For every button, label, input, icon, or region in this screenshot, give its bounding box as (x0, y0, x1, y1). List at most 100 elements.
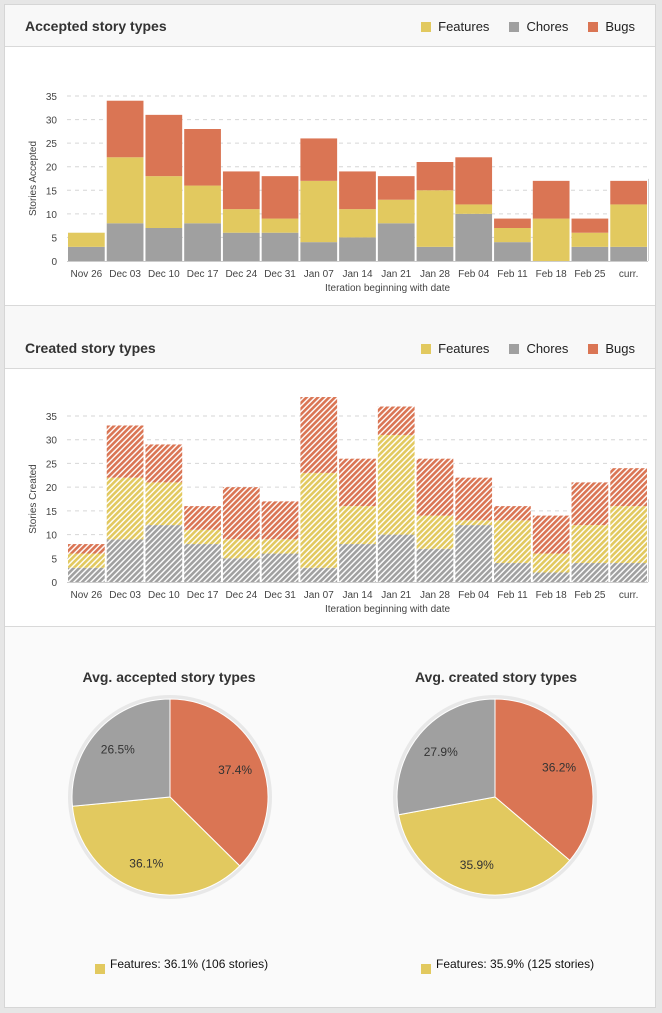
bugs-swatch-icon (588, 343, 599, 354)
bar-bugs-11[interactable] (494, 506, 531, 521)
bar-features-1[interactable] (106, 157, 144, 224)
bar-bugs-11[interactable] (494, 218, 531, 228)
bar-features-5[interactable] (261, 539, 299, 554)
x-tick-label: Dec 31 (264, 590, 296, 601)
bar-chores-5[interactable] (261, 553, 299, 582)
bar-features-8[interactable] (377, 199, 415, 224)
bar-chores-3[interactable] (184, 544, 221, 582)
bar-features-7[interactable] (339, 209, 376, 238)
legend-item-features[interactable]: Features (421, 19, 489, 34)
legend-item-chores[interactable]: Chores (509, 341, 568, 356)
bar-features-5[interactable] (261, 218, 299, 233)
bar-features-6[interactable] (300, 472, 338, 568)
bar-bugs-2[interactable] (145, 114, 183, 177)
bar-chores-9[interactable] (416, 548, 454, 582)
bar-bugs-4[interactable] (222, 171, 260, 210)
bar-bugs-3[interactable] (184, 506, 221, 530)
bar-features-8[interactable] (377, 434, 415, 535)
bar-chores-14[interactable] (610, 563, 647, 582)
bar-chores-5[interactable] (261, 232, 299, 261)
bar-bugs-8[interactable] (377, 406, 415, 435)
legend-item-bugs[interactable]: Bugs (588, 341, 635, 356)
bar-chores-11[interactable] (494, 563, 531, 582)
bar-chores-9[interactable] (416, 246, 454, 261)
bar-bugs-12[interactable] (532, 515, 570, 554)
bar-chores-2[interactable] (145, 525, 183, 582)
bar-chores-7[interactable] (339, 544, 376, 582)
bar-features-9[interactable] (416, 190, 454, 247)
bar-bugs-14[interactable] (610, 180, 647, 205)
bar-features-2[interactable] (145, 482, 183, 526)
bar-bugs-7[interactable] (339, 458, 376, 507)
bar-bugs-5[interactable] (261, 176, 299, 219)
bar-bugs-8[interactable] (377, 176, 415, 200)
bar-chores-12[interactable] (532, 572, 570, 582)
bar-chores-0[interactable] (68, 567, 105, 582)
bar-chores-7[interactable] (339, 237, 376, 261)
bar-bugs-10[interactable] (455, 477, 493, 521)
bar-bugs-9[interactable] (416, 458, 454, 516)
bar-chores-8[interactable] (377, 534, 415, 582)
bar-features-14[interactable] (610, 204, 647, 247)
bar-features-2[interactable] (145, 176, 183, 228)
bar-bugs-3[interactable] (184, 129, 221, 186)
bar-bugs-6[interactable] (300, 138, 338, 181)
bar-bugs-6[interactable] (300, 397, 338, 473)
bar-bugs-1[interactable] (106, 100, 144, 158)
bar-features-0[interactable] (68, 553, 105, 568)
bar-features-10[interactable] (455, 520, 493, 526)
bar-chores-4[interactable] (222, 232, 260, 261)
bar-features-12[interactable] (532, 553, 570, 573)
x-tick-label: Dec 31 (264, 269, 296, 280)
bar-features-12[interactable] (532, 218, 570, 261)
pie-label-chores: 26.5% (101, 743, 135, 757)
bar-chores-6[interactable] (300, 242, 338, 261)
bar-chores-0[interactable] (68, 246, 105, 261)
bar-chores-13[interactable] (571, 563, 609, 582)
bar-chores-10[interactable] (455, 525, 493, 582)
bar-chores-1[interactable] (106, 223, 144, 261)
bar-bugs-7[interactable] (339, 171, 376, 210)
bar-features-0[interactable] (68, 232, 105, 247)
bar-features-6[interactable] (300, 180, 338, 243)
bar-bugs-1[interactable] (106, 425, 144, 478)
bar-features-13[interactable] (571, 525, 609, 564)
bar-bugs-5[interactable] (261, 501, 299, 540)
bar-features-7[interactable] (339, 506, 376, 545)
bar-features-10[interactable] (455, 204, 493, 214)
bar-chores-2[interactable] (145, 228, 183, 261)
bar-chores-1[interactable] (106, 539, 144, 582)
legend-item-bugs[interactable]: Bugs (588, 19, 635, 34)
bar-features-11[interactable] (494, 520, 531, 564)
bar-features-4[interactable] (222, 209, 260, 233)
bar-chores-6[interactable] (300, 567, 338, 582)
bar-chores-10[interactable] (455, 213, 493, 261)
legend-label: Bugs (605, 19, 635, 34)
bar-bugs-0[interactable] (68, 544, 105, 554)
bar-bugs-10[interactable] (455, 157, 493, 205)
bar-chores-4[interactable] (222, 558, 260, 582)
bar-features-13[interactable] (571, 232, 609, 247)
bar-bugs-13[interactable] (571, 482, 609, 526)
bar-chores-11[interactable] (494, 242, 531, 261)
bar-bugs-13[interactable] (571, 218, 609, 233)
bar-chores-13[interactable] (571, 246, 609, 261)
legend-item-features[interactable]: Features (421, 341, 489, 356)
bar-bugs-4[interactable] (222, 487, 260, 540)
bar-bugs-2[interactable] (145, 444, 183, 483)
bar-features-4[interactable] (222, 539, 260, 559)
bar-features-9[interactable] (416, 515, 454, 549)
bar-bugs-14[interactable] (610, 468, 647, 507)
bar-features-11[interactable] (494, 228, 531, 243)
bar-chores-14[interactable] (610, 246, 647, 261)
bar-bugs-9[interactable] (416, 162, 454, 191)
x-tick-label: Dec 10 (148, 590, 180, 601)
legend-item-chores[interactable]: Chores (509, 19, 568, 34)
bar-features-14[interactable] (610, 506, 647, 564)
bar-chores-3[interactable] (184, 223, 221, 261)
bar-features-3[interactable] (184, 529, 221, 545)
bar-features-3[interactable] (184, 185, 221, 224)
bar-features-1[interactable] (106, 477, 144, 540)
bar-bugs-12[interactable] (532, 180, 570, 219)
bar-chores-8[interactable] (377, 223, 415, 261)
